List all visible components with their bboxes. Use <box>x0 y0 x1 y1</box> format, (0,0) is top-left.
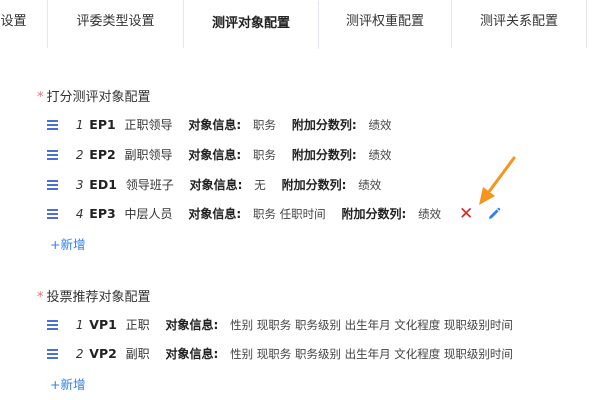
info-label: 对象信息: <box>188 206 242 221</box>
info-label: 对象信息: <box>165 317 219 332</box>
info-label: 对象信息: <box>165 346 219 361</box>
drag-handle-icon[interactable] <box>47 349 59 359</box>
item-name: 正职领导 <box>124 117 173 132</box>
extra-score-label: 附加分数列: <box>281 177 347 192</box>
tab-label: 测评权重配置 <box>345 14 424 29</box>
tab-overflow[interactable] <box>587 0 600 48</box>
info-value: 职务 任职时间 <box>253 206 326 221</box>
delete-icon[interactable]: ✕ <box>459 205 473 222</box>
edit-pencil-icon[interactable] <box>487 207 501 221</box>
list-item: 1 EP1 正职领导 对象信息: 职务 附加分数列: 绩效 <box>47 114 403 134</box>
section-title-scoring: * 打分测评对象配置 <box>37 86 151 105</box>
item-code: EP3 <box>89 205 116 221</box>
info-label: 对象信息: <box>188 117 242 132</box>
item-index: 1 <box>75 117 84 132</box>
list-item: 3 ED1 领导班子 对象信息: 无 附加分数列: 绩效 <box>47 174 393 194</box>
item-code: VP2 <box>89 345 117 361</box>
item-index: 3 <box>75 177 84 192</box>
drag-handle-icon[interactable] <box>47 320 59 330</box>
section-title-text: 投票推荐对象配置 <box>46 290 151 305</box>
extra-score-value: 绩效 <box>368 117 392 132</box>
list-item: 2 EP2 副职领导 对象信息: 职务 附加分数列: 绩效 <box>47 144 403 164</box>
info-value: 性别 现职务 职务级别 出生年月 文化程度 现职级别时间 <box>230 346 513 361</box>
item-code: VP1 <box>89 316 117 332</box>
tab-relation-config[interactable]: 测评关系配置 <box>452 0 587 48</box>
required-mark: * <box>37 290 44 305</box>
required-mark: * <box>37 90 44 105</box>
extra-score-label: 附加分数列: <box>291 147 357 162</box>
item-name: 副职领导 <box>124 147 173 162</box>
extra-score-value: 绩效 <box>368 147 392 162</box>
item-index: 4 <box>75 206 84 221</box>
extra-score-label: 附加分数列: <box>291 117 357 132</box>
info-value: 职务 <box>253 117 277 132</box>
info-value: 职务 <box>253 147 277 162</box>
list-item: 1 VP1 正职 对象信息: 性别 现职务 职务级别 出生年月 文化程度 现职级… <box>47 314 525 334</box>
info-label: 对象信息: <box>188 147 242 162</box>
section-title-text: 打分测评对象配置 <box>46 90 151 105</box>
drag-handle-icon[interactable] <box>47 180 59 190</box>
item-code: EP1 <box>89 116 116 132</box>
info-value: 无 <box>254 177 266 192</box>
item-index: 1 <box>75 317 84 332</box>
item-name: 领导班子 <box>125 177 174 192</box>
tab-label: 测评关系配置 <box>479 14 558 29</box>
tab-judge-type[interactable]: 评委类型设置 <box>48 0 184 48</box>
add-scoring-object-button[interactable]: +新增 <box>50 234 85 253</box>
item-name: 副职 <box>125 346 150 361</box>
annotation-arrow-icon <box>479 156 516 205</box>
tab-label: 设置 <box>0 14 27 29</box>
info-value: 性别 现职务 职务级别 出生年月 文化程度 现职级别时间 <box>230 317 513 332</box>
extra-score-value: 绩效 <box>418 206 442 221</box>
tab-label: 测评对象配置 <box>211 16 290 31</box>
item-name: 正职 <box>125 317 150 332</box>
list-item: 2 VP2 副职 对象信息: 性别 现职务 职务级别 出生年月 文化程度 现职级… <box>47 343 525 363</box>
item-name: 中层人员 <box>124 206 173 221</box>
item-index: 2 <box>75 147 84 162</box>
list-item-hovered: 4 EP3 中层人员 对象信息: 职务 任职时间 附加分数列: 绩效 ✕ <box>47 203 501 223</box>
item-code: EP2 <box>89 146 116 162</box>
drag-handle-icon[interactable] <box>47 209 59 219</box>
item-index: 2 <box>75 346 84 361</box>
section-title-voting: * 投票推荐对象配置 <box>37 286 151 305</box>
extra-score-value: 绩效 <box>358 177 382 192</box>
tab-weight-config[interactable]: 测评权重配置 <box>319 0 452 48</box>
item-code: ED1 <box>89 176 117 192</box>
extra-score-label: 附加分数列: <box>341 206 407 221</box>
info-label: 对象信息: <box>189 177 243 192</box>
tab-bar: 设置 评委类型设置 测评对象配置 测评权重配置 测评关系配置 <box>0 0 600 49</box>
drag-handle-icon[interactable] <box>47 150 59 160</box>
tab-object-config[interactable]: 测评对象配置 <box>184 0 319 49</box>
drag-handle-icon[interactable] <box>47 120 59 130</box>
tab-settings[interactable]: 设置 <box>0 0 48 48</box>
tab-label: 评委类型设置 <box>76 14 155 29</box>
edit-pencil-icon <box>489 207 501 219</box>
add-voting-object-button[interactable]: +新增 <box>50 374 85 393</box>
